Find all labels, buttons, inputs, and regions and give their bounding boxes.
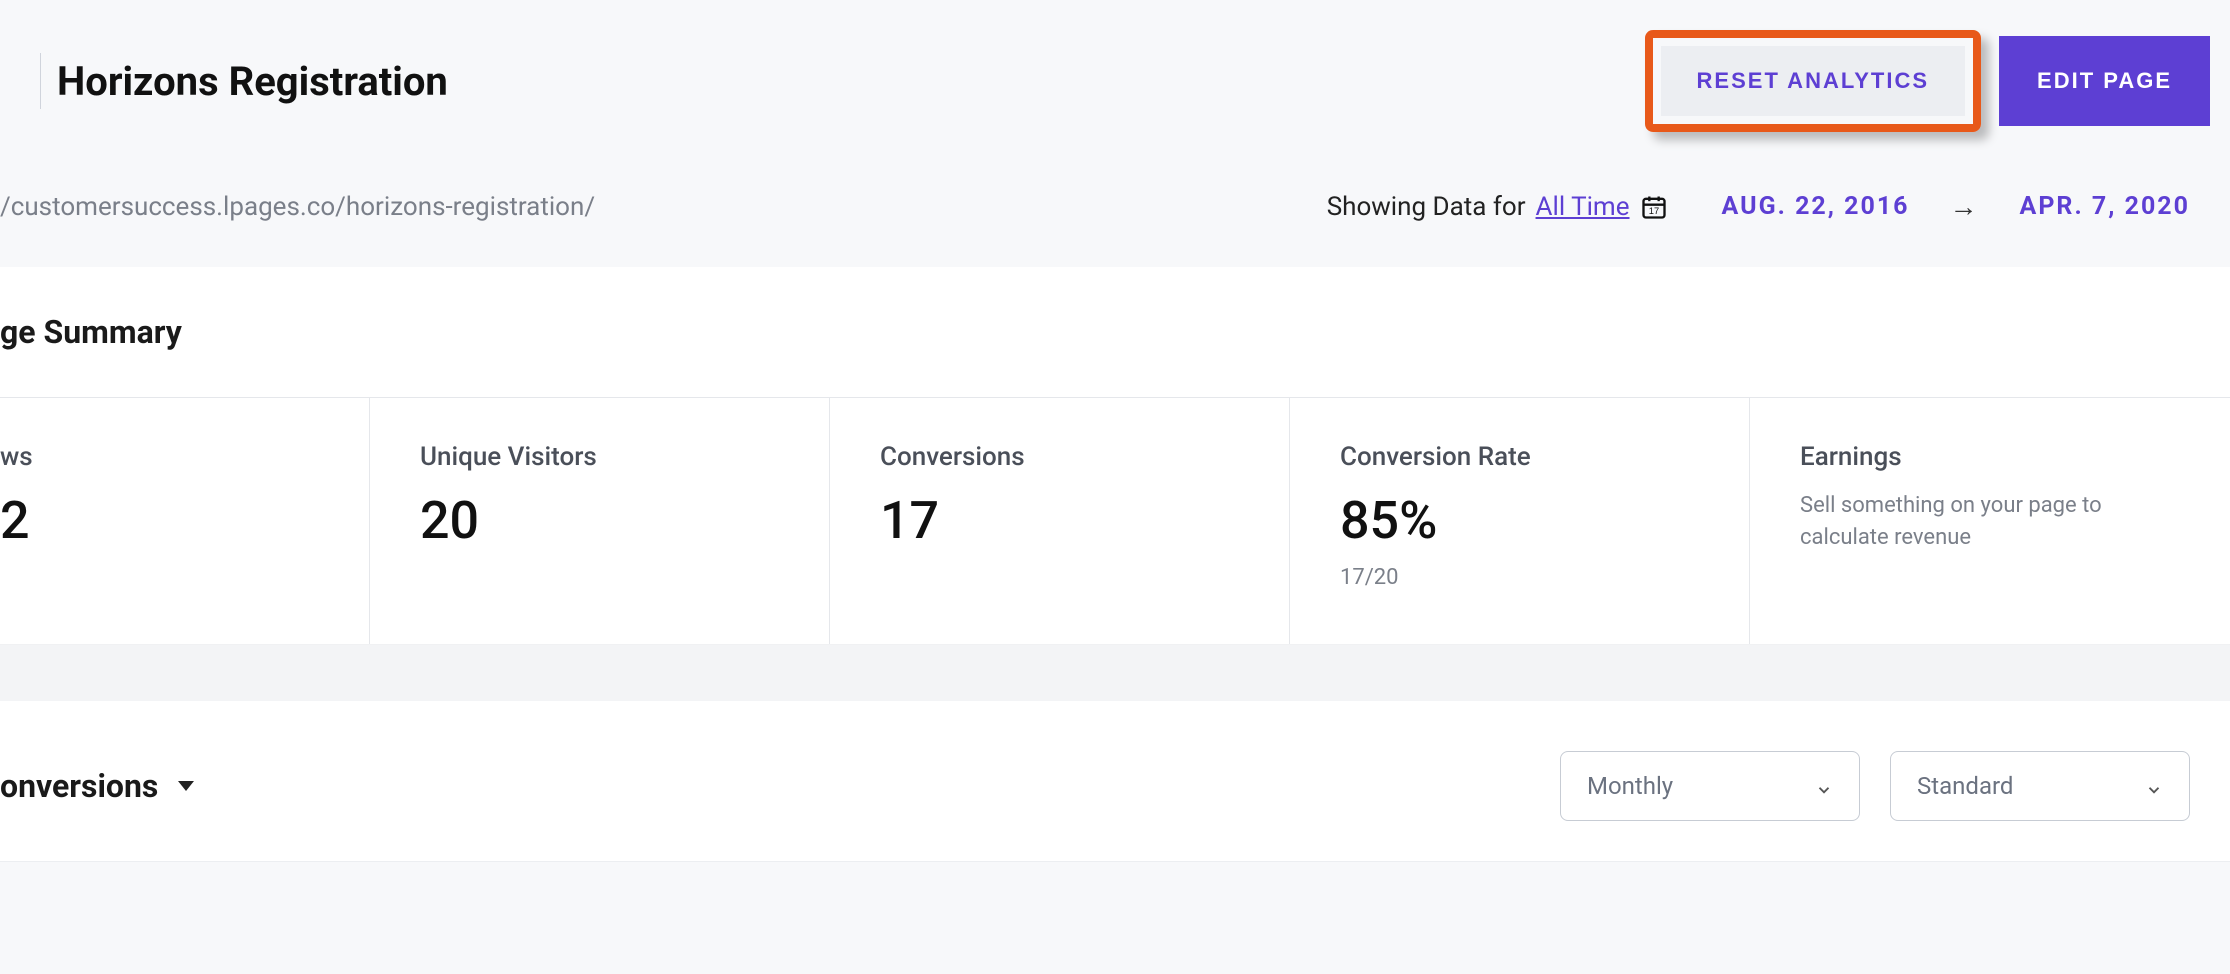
metric-label: Unique Visitors: [420, 442, 779, 472]
calendar-icon[interactable]: 17: [1640, 193, 1668, 221]
svg-text:17: 17: [1648, 206, 1658, 216]
page-title: Horizons Registration: [57, 58, 448, 105]
showing-prefix: Showing Data for: [1327, 192, 1526, 222]
metric-sub: 17/20: [1340, 565, 1699, 590]
page-url: /customersuccess.lpages.co/horizons-regi…: [0, 192, 595, 222]
showing-data-label: Showing Data for All Time 17: [1327, 192, 1668, 222]
mode-select[interactable]: Standard: [1890, 751, 2190, 821]
title-divider: [40, 53, 41, 109]
select-group: Monthly Standard: [1560, 751, 2190, 821]
edit-page-button[interactable]: EDIT PAGE: [1999, 36, 2210, 126]
summary-section: ge Summary: [0, 267, 2230, 397]
header-bar: Horizons Registration RESET ANALYTICS ED…: [0, 0, 2230, 162]
chevron-down-icon: [178, 781, 194, 791]
arrow-right-icon: →: [1950, 190, 1980, 223]
date-group: Showing Data for All Time 17 AUG. 22, 20…: [1327, 190, 2190, 223]
interval-select[interactable]: Monthly: [1560, 751, 1860, 821]
metric-value: 17: [880, 490, 1239, 551]
metric-desc: Sell something on your page to calculate…: [1800, 490, 2180, 554]
metric-label: Conversions: [880, 442, 1239, 472]
metric-card-conversion-rate: Conversion Rate 85% 17/20: [1290, 398, 1750, 644]
subheader-bar: /customersuccess.lpages.co/horizons-regi…: [0, 162, 2230, 267]
metric-card-views: ws 2: [0, 398, 370, 644]
chart-title: onversions: [0, 767, 158, 805]
date-range-link[interactable]: All Time: [1536, 192, 1630, 222]
date-range-display: AUG. 22, 2016 → APR. 7, 2020: [1722, 190, 2190, 223]
metric-card-earnings: Earnings Sell something on your page to …: [1750, 398, 2230, 644]
chart-metric-dropdown[interactable]: onversions: [0, 767, 194, 805]
metric-value: 20: [420, 490, 779, 551]
metric-card-conversions: Conversions 17: [830, 398, 1290, 644]
metric-card-unique-visitors: Unique Visitors 20: [370, 398, 830, 644]
chevron-down-icon: [1815, 777, 1833, 795]
chart-controls-bar: onversions Monthly Standard: [0, 701, 2230, 862]
metric-label: Conversion Rate: [1340, 442, 1699, 472]
metric-value: 85%: [1340, 490, 1699, 551]
metric-label: ws: [0, 442, 319, 472]
summary-heading: ge Summary: [0, 313, 2230, 397]
date-end[interactable]: APR. 7, 2020: [2020, 192, 2190, 221]
mode-selected-label: Standard: [1917, 772, 2013, 800]
metrics-row: ws 2 Unique Visitors 20 Conversions 17 C…: [0, 397, 2230, 645]
title-wrap: Horizons Registration: [40, 53, 448, 109]
chevron-down-icon: [2145, 777, 2163, 795]
section-divider: [0, 645, 2230, 701]
metric-value: 2: [0, 490, 319, 551]
highlight-annotation: RESET ANALYTICS: [1645, 30, 1982, 132]
interval-selected-label: Monthly: [1587, 772, 1673, 800]
header-actions: RESET ANALYTICS EDIT PAGE: [1645, 30, 2230, 132]
date-start[interactable]: AUG. 22, 2016: [1722, 192, 1910, 221]
reset-analytics-button[interactable]: RESET ANALYTICS: [1661, 46, 1966, 116]
metric-label: Earnings: [1800, 442, 2180, 472]
